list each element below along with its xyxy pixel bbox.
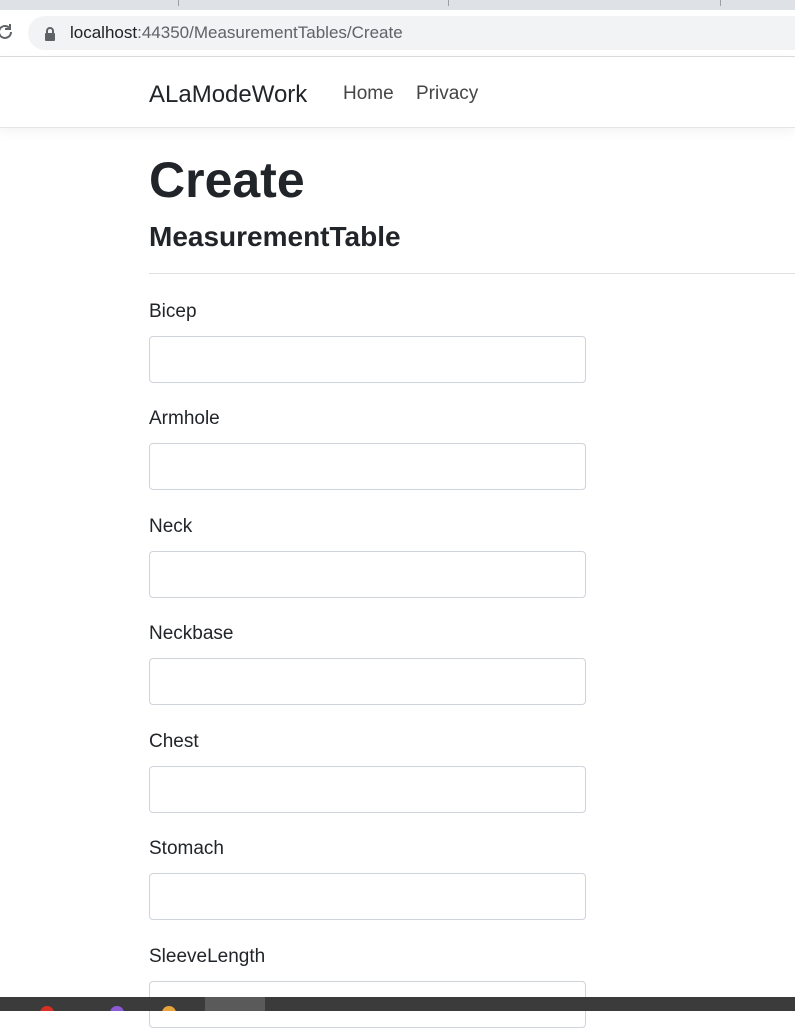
divider bbox=[149, 273, 795, 274]
neckbase-input[interactable] bbox=[149, 658, 586, 705]
neck-input[interactable] bbox=[149, 551, 586, 598]
field-label-stomach: Stomach bbox=[149, 838, 224, 859]
chest-input[interactable] bbox=[149, 766, 586, 813]
taskbar-active-item[interactable] bbox=[205, 997, 265, 1011]
stomach-input[interactable] bbox=[149, 873, 586, 920]
address-bar[interactable]: localhost:44350/MeasurementTables/Create bbox=[28, 16, 795, 50]
reload-icon[interactable] bbox=[0, 21, 16, 43]
field-label-neckbase: Neckbase bbox=[149, 623, 234, 644]
visual-studio-icon[interactable] bbox=[110, 1006, 124, 1011]
lock-icon[interactable] bbox=[44, 27, 56, 41]
taskbar bbox=[0, 997, 795, 1011]
nav-link-privacy[interactable]: Privacy bbox=[416, 82, 478, 106]
field-label-bicep: Bicep bbox=[149, 301, 197, 322]
tab-separator bbox=[720, 0, 721, 6]
url-host: localhost bbox=[70, 23, 138, 42]
url-text[interactable]: localhost:44350/MeasurementTables/Create bbox=[70, 23, 403, 43]
field-label-sleevelength: SleeveLength bbox=[149, 946, 266, 967]
page-title: Create bbox=[149, 152, 305, 208]
chrome-icon[interactable] bbox=[40, 1006, 54, 1011]
page-subtitle: MeasurementTable bbox=[149, 221, 401, 252]
field-label-armhole: Armhole bbox=[149, 408, 220, 429]
app-icon[interactable] bbox=[162, 1006, 176, 1011]
navbar-brand[interactable]: ALaModeWork bbox=[149, 81, 307, 109]
field-label-neck: Neck bbox=[149, 516, 193, 537]
tab-separator bbox=[178, 0, 179, 6]
bicep-input[interactable] bbox=[149, 336, 586, 383]
url-path: :44350/MeasurementTables/Create bbox=[137, 23, 403, 42]
site-navbar: ALaModeWork Home Privacy bbox=[0, 57, 795, 128]
browser-tab-strip bbox=[0, 0, 795, 10]
browser-toolbar: localhost:44350/MeasurementTables/Create bbox=[0, 10, 795, 57]
field-label-chest: Chest bbox=[149, 731, 199, 752]
nav-link-home[interactable]: Home bbox=[343, 82, 394, 106]
armhole-input[interactable] bbox=[149, 443, 586, 490]
tab-separator bbox=[448, 0, 449, 6]
